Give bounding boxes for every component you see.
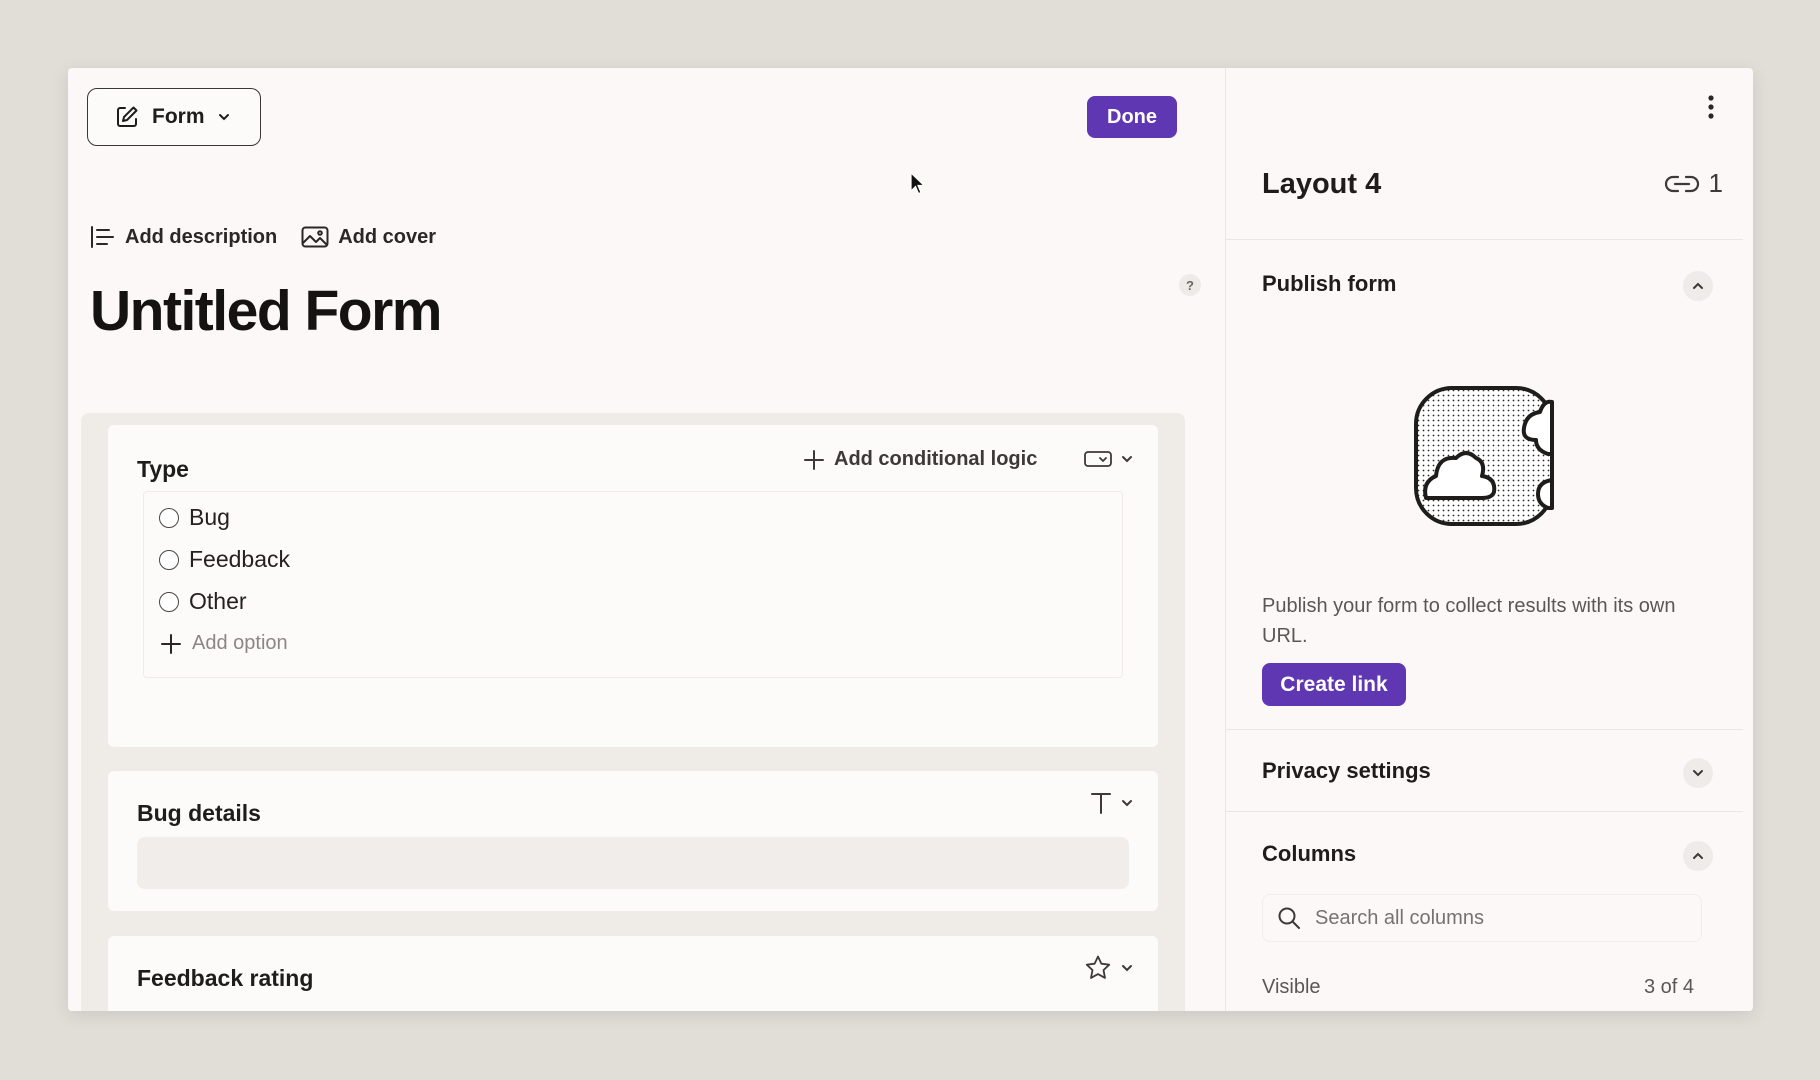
option-label: Bug xyxy=(189,504,230,530)
form-meta-actions: Add description Add cover xyxy=(90,225,436,249)
publish-description: Publish your form to collect results wit… xyxy=(1262,595,1676,647)
options-list: Bug Feedback Other Add option xyxy=(143,491,1123,678)
view-switcher-label: Form xyxy=(152,105,205,128)
question-card-bug-details[interactable]: Bug details xyxy=(108,771,1158,911)
linked-views-count[interactable]: 1 xyxy=(1664,168,1723,199)
cloud-form-illustration-icon xyxy=(1414,386,1554,526)
question-label[interactable]: Bug details xyxy=(137,800,261,827)
visible-columns-label: Visible xyxy=(1262,976,1321,998)
option-label: Feedback xyxy=(189,546,291,572)
question-label[interactable]: Type xyxy=(137,456,189,483)
help-button[interactable]: ? xyxy=(1179,274,1201,296)
radio-button[interactable] xyxy=(159,549,179,570)
collapse-publish-button[interactable] xyxy=(1683,271,1713,301)
field-type-select[interactable] xyxy=(1084,954,1134,982)
plus-icon xyxy=(804,449,824,470)
link-icon xyxy=(1664,175,1699,192)
description-icon xyxy=(91,226,114,248)
option-item[interactable]: Bug xyxy=(159,504,230,531)
add-conditional-logic-button[interactable]: Add conditional logic xyxy=(803,448,1037,471)
add-cover-button[interactable]: Add cover xyxy=(301,225,436,249)
columns-section-title[interactable]: Columns xyxy=(1262,841,1356,867)
question-card-type[interactable]: Type Add conditional logic Bug Feedback … xyxy=(108,425,1158,747)
form-editor: Form Done Add description Add cover Unti… xyxy=(68,68,1226,1011)
privacy-settings-section-title[interactable]: Privacy settings xyxy=(1262,758,1431,784)
layout-settings-panel: Layout 4 1 Publish form Publish your for… xyxy=(1226,68,1753,1011)
form-edit-icon xyxy=(117,106,138,127)
layout-title: Layout 4 xyxy=(1262,168,1382,200)
chevron-up-icon xyxy=(1693,852,1703,859)
form-questions-canvas: Type Add conditional logic Bug Feedback … xyxy=(81,413,1185,1011)
add-option-label: Add option xyxy=(192,632,288,654)
chevron-down-icon xyxy=(1122,965,1132,972)
question-label[interactable]: Feedback rating xyxy=(137,965,313,992)
chevron-down-icon xyxy=(218,114,229,121)
select-icon xyxy=(1084,451,1112,467)
search-columns-input[interactable] xyxy=(1315,906,1675,930)
collapse-columns-button[interactable] xyxy=(1683,841,1713,871)
question-card-feedback-rating[interactable]: Feedback rating xyxy=(108,936,1158,1011)
star-icon xyxy=(1085,955,1111,979)
visible-columns-count: 3 of 4 xyxy=(1643,976,1694,998)
plus-icon xyxy=(161,633,181,654)
expand-privacy-button[interactable] xyxy=(1683,758,1713,788)
divider xyxy=(1226,729,1743,730)
app-window: Form Done Add description Add cover Unti… xyxy=(68,68,1753,1011)
search-icon xyxy=(1278,907,1300,929)
publish-form-section-title[interactable]: Publish form xyxy=(1262,271,1396,297)
chevron-up-icon xyxy=(1693,282,1703,289)
add-cover-label: Add cover xyxy=(338,225,437,248)
radio-button[interactable] xyxy=(159,591,179,612)
option-item[interactable]: Other xyxy=(159,588,247,615)
create-link-button[interactable]: Create link xyxy=(1262,663,1406,706)
done-button[interactable]: Done xyxy=(1087,96,1177,138)
link-count-value: 1 xyxy=(1708,168,1723,198)
field-type-select[interactable] xyxy=(1084,450,1134,468)
long-text-input[interactable] xyxy=(137,837,1129,889)
divider xyxy=(1226,239,1743,240)
field-type-select[interactable] xyxy=(1090,791,1134,815)
chevron-down-icon xyxy=(1693,770,1703,777)
view-switcher-button[interactable]: Form xyxy=(87,88,261,146)
radio-button[interactable] xyxy=(159,507,179,528)
conditional-logic-label: Add conditional logic xyxy=(834,448,1038,470)
option-item[interactable]: Feedback xyxy=(159,546,290,573)
image-icon xyxy=(301,226,329,248)
mouse-cursor-icon xyxy=(910,172,926,195)
add-description-label: Add description xyxy=(125,225,278,248)
add-option-button[interactable]: Add option xyxy=(160,632,288,655)
text-icon xyxy=(1091,793,1111,814)
option-label: Other xyxy=(189,588,247,614)
divider xyxy=(1226,811,1743,812)
add-description-button[interactable]: Add description xyxy=(90,225,277,249)
column-search[interactable] xyxy=(1262,894,1702,942)
more-options-icon[interactable] xyxy=(1707,94,1715,120)
chevron-down-icon xyxy=(1122,800,1132,807)
chevron-down-icon xyxy=(1122,456,1132,463)
form-title[interactable]: Untitled Form xyxy=(90,278,442,344)
